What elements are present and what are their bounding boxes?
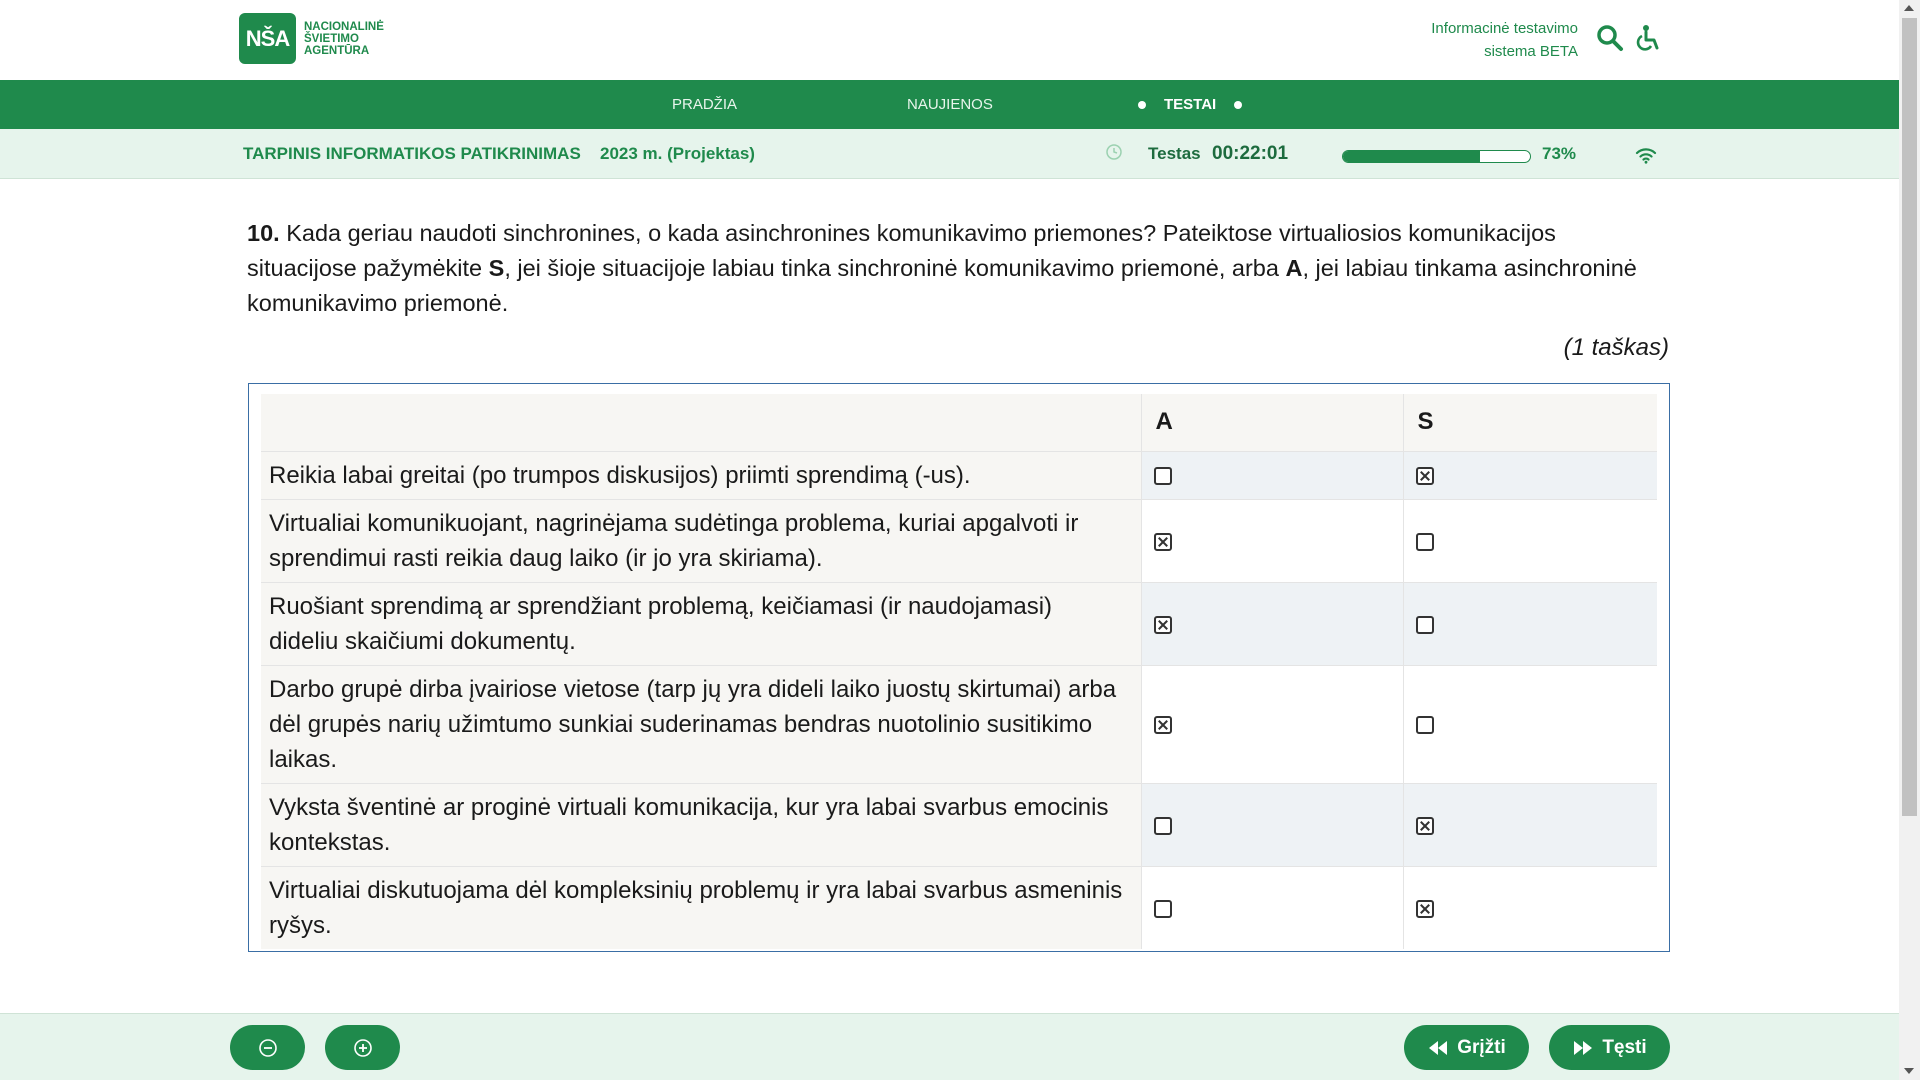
cell-s — [1402, 581, 1657, 665]
wifi-icon — [1635, 146, 1657, 169]
zoom-out-icon — [258, 1038, 277, 1057]
exam-title: TARPINIS INFORMATIKOS PATIKRINIMAS — [243, 144, 581, 163]
checkbox-s[interactable] — [1415, 899, 1434, 918]
nav-item-testai-label: TESTAI — [1164, 96, 1217, 113]
cell-s — [1402, 664, 1657, 783]
test-info-bar: TARPINIS INFORMATIKOS PATIKRINIMAS 2023 … — [0, 129, 1899, 179]
question-bold-a: A — [1285, 255, 1303, 281]
search-icon[interactable] — [1596, 24, 1624, 52]
question-number: 10. — [247, 220, 280, 246]
logo-line-1: NACIONALINĖ — [304, 20, 384, 33]
table-row: Darbo grupė dirba įvairiose vietose (tar… — [261, 664, 1657, 783]
question-points: (1 taškas) — [1563, 334, 1669, 361]
row-statement: Virtualiai diskutuojama dėl kompleksinių… — [261, 865, 1141, 949]
cell-a — [1140, 865, 1403, 949]
logo-mark: NŠA — [239, 13, 296, 64]
row-statement: Darbo grupė dirba įvairiose vietose (tar… — [261, 664, 1141, 783]
checkbox-a[interactable] — [1153, 615, 1172, 634]
table-row: Virtualiai komunikuojant, nagrinėjama su… — [261, 498, 1657, 582]
progress-bar — [1342, 150, 1531, 163]
checkbox-s[interactable] — [1415, 816, 1434, 835]
nav-item-naujienos[interactable]: NAUJIENOS — [907, 80, 993, 129]
system-name-line-1: Informacinė testavimo — [1431, 20, 1578, 37]
zoom-out-button[interactable] — [230, 1025, 305, 1070]
clock-icon — [1105, 143, 1123, 166]
site-header: NŠA NACIONALINĖ ŠVIETIMO AGENTŪRA Inform… — [0, 0, 1899, 80]
next-button-label: Tęsti — [1602, 1036, 1647, 1058]
scrollbar-thumb[interactable] — [1902, 18, 1917, 816]
page-scrollbar[interactable] — [1899, 0, 1920, 1080]
question-text: 10. Kada geriau naudoti sinchronines, o … — [247, 216, 1672, 321]
row-statement: Vyksta šventinė ar proginė virtuali komu… — [261, 782, 1141, 866]
checkbox-a[interactable] — [1153, 716, 1172, 735]
checkbox-a[interactable] — [1153, 467, 1172, 486]
row-statement: Reikia labai greitai (po trumpos diskusi… — [261, 450, 1141, 499]
table-row: Reikia labai greitai (po trumpos diskusi… — [261, 450, 1657, 499]
progress-fill — [1343, 151, 1480, 162]
zoom-in-button[interactable] — [325, 1025, 400, 1070]
checkbox-a[interactable] — [1153, 532, 1172, 551]
cell-a — [1140, 581, 1403, 665]
cell-s — [1402, 865, 1657, 949]
zoom-in-icon — [353, 1038, 372, 1057]
main-nav: PRADŽIA NAUJIENOS TESTAI — [0, 80, 1899, 129]
checkbox-a[interactable] — [1153, 899, 1172, 918]
checkbox-s[interactable] — [1415, 615, 1434, 634]
header-a: A — [1140, 394, 1403, 451]
nav-item-testai[interactable]: TESTAI — [1120, 80, 1260, 129]
cell-a — [1140, 664, 1403, 783]
nav-active-dot-right — [1234, 101, 1243, 110]
table-row: Virtualiai diskutuojama dėl kompleksinių… — [261, 865, 1657, 949]
question-part-2: , jei šioje situacijoje labiau tinka sin… — [504, 255, 1286, 281]
timer: 00:22:01 — [1212, 143, 1289, 164]
cell-a — [1140, 498, 1403, 582]
cell-a — [1140, 450, 1403, 499]
table-row: Ruošiant sprendimą ar sprendžiant proble… — [261, 581, 1657, 665]
table-header-row: A S — [261, 394, 1657, 451]
scroll-down-arrow-icon[interactable] — [1904, 1068, 1914, 1074]
header-statement — [261, 394, 1141, 451]
back-button-label: Grįžti — [1457, 1036, 1506, 1058]
row-statement: Ruošiant sprendimą ar sprendžiant proble… — [261, 581, 1141, 665]
nav-item-pradzia[interactable]: PRADŽIA — [672, 80, 737, 129]
nsa-logo[interactable]: NŠA NACIONALINĖ ŠVIETIMO AGENTŪRA — [239, 13, 384, 64]
accessibility-icon[interactable] — [1634, 24, 1662, 52]
cell-s — [1402, 450, 1657, 499]
checkbox-s[interactable] — [1415, 467, 1434, 486]
answer-table: A S Reikia labai greitai (po trumpos dis… — [261, 394, 1657, 949]
row-statement: Virtualiai komunikuojant, nagrinėjama su… — [261, 498, 1141, 582]
cell-s — [1402, 498, 1657, 582]
logo-line-2: ŠVIETIMO — [304, 32, 359, 45]
fast-forward-icon — [1574, 1040, 1593, 1055]
answer-table-frame: A S Reikia labai greitai (po trumpos dis… — [248, 383, 1670, 952]
rewind-icon — [1429, 1040, 1448, 1055]
next-button[interactable]: Tęsti — [1549, 1025, 1670, 1070]
logo-line-3: AGENTŪRA — [304, 44, 370, 57]
cell-a — [1140, 782, 1403, 866]
exam-year: 2023 m. (Projektas) — [600, 144, 755, 163]
table-row: Vyksta šventinė ar proginė virtuali komu… — [261, 782, 1657, 866]
scroll-up-arrow-icon[interactable] — [1904, 5, 1914, 11]
progress-percent: 73% — [1542, 144, 1577, 163]
logo-text: NACIONALINĖ ŠVIETIMO AGENTŪRA — [304, 21, 384, 57]
nav-active-dot-left — [1138, 101, 1146, 110]
system-name-line-2: sistema BETA — [1484, 43, 1578, 60]
checkbox-a[interactable] — [1153, 816, 1172, 835]
checkbox-s[interactable] — [1415, 716, 1434, 735]
checkbox-s[interactable] — [1415, 532, 1434, 551]
system-name: Informacinė testavimo sistema BETA — [1431, 17, 1578, 63]
back-button[interactable]: Grįžti — [1404, 1025, 1529, 1070]
test-label: Testas — [1148, 144, 1201, 163]
table-body: Reikia labai greitai (po trumpos diskusi… — [261, 450, 1657, 949]
cell-s — [1402, 782, 1657, 866]
question-bold-s: S — [488, 255, 505, 281]
header-s: S — [1402, 394, 1657, 451]
